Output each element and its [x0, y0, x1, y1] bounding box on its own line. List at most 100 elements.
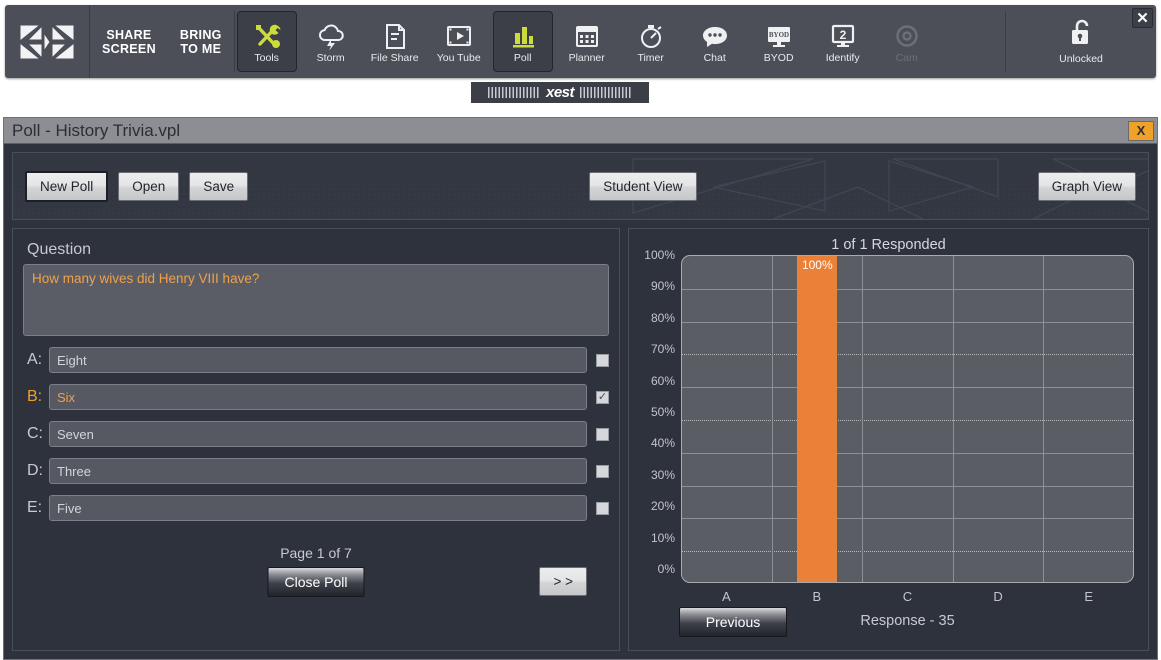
answer-checkbox-b[interactable]: ✓	[596, 390, 609, 404]
graph-panel: 1 of 1 Responded 100% 90% 80% 70% 60% 50…	[628, 228, 1149, 651]
answer-input-d[interactable]: Three	[49, 458, 587, 484]
toolbar-item-storm[interactable]: Storm	[299, 5, 363, 78]
chart-y-axis: 100% 90% 80% 70% 60% 50% 40% 30% 20% 10%…	[629, 248, 675, 583]
toolbar-item-chat[interactable]: Chat	[683, 5, 747, 78]
xest-brand-tab[interactable]: xest	[471, 82, 649, 103]
previous-page-button[interactable]: Previous	[679, 607, 787, 637]
ytick-40: 40%	[650, 436, 675, 451]
poll-command-bar-inner: New Poll Open Save Student View Graph Vi…	[13, 170, 1148, 202]
ytick-80: 80%	[650, 310, 675, 325]
xtick-e: E	[1084, 589, 1093, 604]
answer-input-a[interactable]: Eight	[49, 347, 587, 373]
answer-checkbox-e[interactable]	[596, 501, 609, 515]
monitor-number-2-icon: 2	[827, 20, 859, 50]
chart-gridline-h	[682, 485, 1133, 487]
chart-plot-area: 100%	[681, 255, 1134, 583]
share-screen-label-2: SCREEN	[102, 41, 156, 56]
toolbar-item-timer[interactable]: Timer	[619, 5, 683, 78]
toolbar-item-cam-label: Cam	[895, 51, 918, 64]
xest-x-logo-icon	[5, 5, 90, 78]
toolbar-item-byod[interactable]: BYOD BYOD	[747, 5, 811, 78]
toolbar-item-poll[interactable]: Poll	[492, 11, 553, 72]
question-heading: Question	[27, 241, 92, 258]
new-poll-button[interactable]: New Poll	[25, 170, 109, 202]
chart-gridline-h	[682, 551, 1133, 553]
bar-chart-icon	[508, 20, 538, 50]
answer-input-e[interactable]: Five	[49, 495, 587, 521]
graph-view-button[interactable]: Graph View	[1037, 171, 1137, 201]
toolbar-item-planner[interactable]: Planner	[555, 5, 619, 78]
screen-root: SHARE SCREEN BRING TO ME Tools Storm Fil…	[0, 0, 1161, 660]
toolbar-item-byod-label: BYOD	[763, 51, 794, 64]
chart-bar-b	[797, 256, 838, 582]
chart-gridline-h	[682, 420, 1133, 421]
calendar-icon	[572, 20, 602, 50]
open-padlock-icon	[1067, 18, 1095, 51]
toolbar-item-fileshare-label: File Share	[370, 51, 419, 64]
chart-gridline-h	[682, 518, 1133, 520]
bring-to-me-button[interactable]: BRING TO ME	[168, 5, 234, 78]
chart-gridline-v	[862, 256, 864, 582]
answer-input-b[interactable]: Six	[49, 384, 587, 410]
question-input[interactable]: How many wives did Henry VIII have?	[23, 264, 609, 336]
toolbar-item-fileshare[interactable]: File Share	[363, 5, 427, 78]
byod-monitor-icon: BYOD	[763, 20, 795, 50]
page-indicator: Page 1 of 7	[280, 545, 352, 561]
poll-window: Poll - History Trivia.vpl X New Poll Ope…	[3, 117, 1158, 660]
toolbar-divider-1	[233, 11, 235, 72]
open-button[interactable]: Open	[118, 171, 180, 201]
lock-status-label: Unlocked	[1059, 53, 1103, 65]
toolbar-item-storm-label: Storm	[316, 51, 345, 64]
chart-gridline-h	[682, 452, 1133, 454]
chart-x-axis: A B C D E	[681, 589, 1134, 607]
xtick-a: A	[721, 589, 731, 604]
svg-text:BYOD: BYOD	[769, 31, 789, 39]
xtick-d: D	[993, 589, 1003, 604]
answer-input-c[interactable]: Seven	[49, 421, 587, 447]
stopwatch-icon	[636, 20, 666, 50]
toolbar-item-tools[interactable]: Tools	[236, 11, 297, 72]
chart-gridline-v	[1042, 256, 1044, 582]
video-play-icon	[444, 20, 474, 50]
ytick-50: 50%	[650, 404, 675, 419]
poll-window-close-button[interactable]: X	[1128, 120, 1154, 141]
chart-gridline-h	[682, 387, 1133, 389]
chart-gridline-v	[952, 256, 954, 582]
toolbar-item-timer-label: Timer	[637, 51, 664, 64]
share-screen-label-1: SHARE	[106, 27, 152, 42]
app-toolbar: SHARE SCREEN BRING TO ME Tools Storm Fil…	[5, 5, 1156, 78]
save-button[interactable]: Save	[189, 171, 249, 201]
answer-letter-c: C:	[27, 425, 43, 442]
toolbar-item-cam[interactable]: Cam	[875, 5, 939, 78]
chart-gridline-h	[682, 321, 1133, 323]
next-page-button[interactable]: > >	[539, 567, 587, 596]
bring-to-me-label-2: TO ME	[180, 41, 222, 56]
answer-letter-e: E:	[27, 499, 43, 516]
svg-text:2: 2	[839, 28, 846, 42]
answer-checkbox-c[interactable]	[596, 427, 609, 441]
toolbar-item-youtube[interactable]: You Tube	[427, 5, 491, 78]
share-screen-button[interactable]: SHARE SCREEN	[90, 5, 168, 78]
ytick-60: 60%	[650, 373, 675, 388]
chart-title: 1 of 1 Responded	[831, 237, 946, 253]
toolbar-close-button[interactable]: ✕	[1132, 8, 1153, 28]
toolbar-item-tools-label: Tools	[254, 51, 279, 64]
chart-gridline-h	[682, 354, 1133, 356]
toolbar-item-identify-label: Identify	[825, 51, 860, 64]
answer-letter-a: A:	[27, 351, 43, 368]
ytick-10: 10%	[650, 530, 675, 545]
stripes-left-icon	[487, 87, 540, 98]
student-view-button[interactable]: Student View	[589, 171, 697, 201]
toolbar-item-identify[interactable]: 2 Identify	[811, 5, 875, 78]
answer-checkbox-d[interactable]	[596, 464, 609, 478]
close-poll-button[interactable]: Close Poll	[267, 567, 365, 597]
cloud-lightning-icon	[316, 20, 346, 50]
answer-checkbox-a[interactable]	[596, 353, 609, 367]
xest-brand-label: xest	[545, 84, 575, 101]
chart-bar-label-b: 100%	[801, 258, 833, 272]
camera-lens-icon	[892, 20, 922, 50]
poll-window-titlebar: Poll - History Trivia.vpl X	[4, 118, 1157, 144]
xtick-b: B	[812, 589, 822, 604]
ytick-30: 30%	[650, 467, 675, 482]
toolbar-item-chat-label: Chat	[703, 51, 726, 64]
